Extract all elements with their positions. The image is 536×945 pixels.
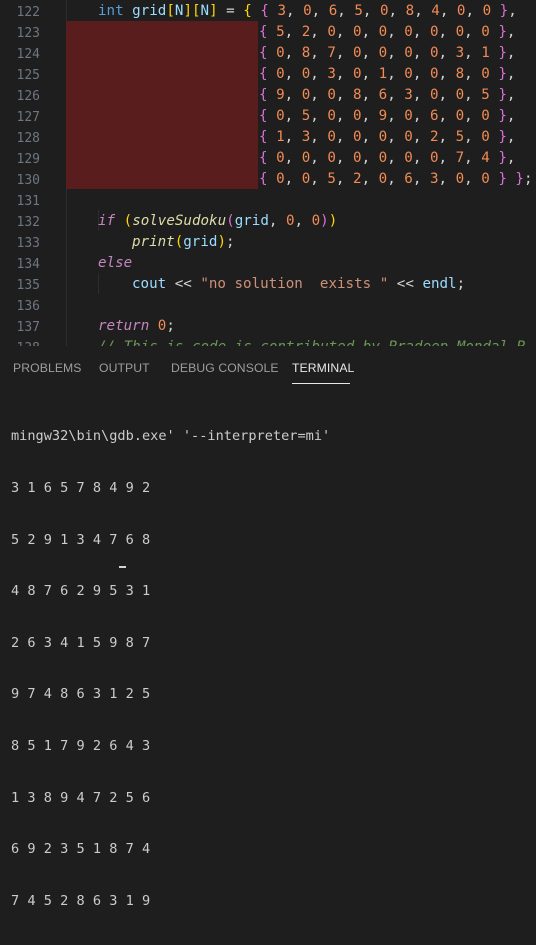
line-number: 133 [16, 236, 40, 251]
line-number: 134 [16, 257, 40, 272]
terminal-line: 1 3 8 9 4 7 2 5 6 [11, 789, 151, 806]
line-number: 136 [16, 299, 40, 314]
code-editor[interactable]: 122 123 124 125 126 127 128 129 130 131 … [0, 0, 536, 346]
code-line[interactable]: int grid[N][N] = { { 3, 0, 6, 5, 0, 8, 4… [98, 1, 517, 22]
terminal-line: 9 7 4 8 6 3 1 2 5 [11, 686, 151, 703]
line-number: 123 [16, 26, 40, 41]
terminal-line: 6 9 2 3 5 1 8 7 4 [11, 841, 151, 858]
code-line[interactable]: { 0, 5, 0, 0, 9, 0, 6, 0, 0 }, [259, 106, 515, 127]
terminal-line: 8 5 1 7 9 2 6 4 3 [11, 738, 151, 755]
line-number: 127 [16, 110, 40, 125]
tab-terminal[interactable]: TERMINAL [292, 361, 354, 375]
terminal-line: 4 8 7 6 2 9 5 3 1 [11, 583, 151, 600]
active-tab-indicator [292, 383, 350, 384]
line-number: 126 [16, 89, 40, 104]
code-line[interactable]: cout << "no solution exists " << endl; [132, 274, 465, 295]
line-number: 124 [16, 47, 40, 62]
line-number: 129 [16, 152, 40, 167]
terminal-line: 5 2 9 1 3 4 7 6 8 [11, 531, 151, 548]
code-line[interactable]: { 0, 0, 3, 0, 1, 0, 0, 8, 0 }, [259, 64, 515, 85]
tab-problems[interactable]: PROBLEMS [13, 361, 82, 375]
line-number: 128 [16, 131, 40, 146]
indent-guide [98, 273, 99, 294]
terminal-line: 2 6 3 4 1 5 9 8 7 [11, 634, 151, 651]
line-number: 138 [0, 338, 40, 346]
code-line[interactable]: { 0, 0, 0, 0, 0, 0, 0, 7, 4 }, [259, 148, 515, 169]
code-line[interactable]: { 0, 8, 7, 0, 0, 0, 0, 3, 1 }, [259, 43, 515, 64]
bottom-panel: PROBLEMS OUTPUT DEBUG CONSOLE TERMINAL m… [0, 346, 536, 909]
panel-tabs: PROBLEMS OUTPUT DEBUG CONSOLE TERMINAL [0, 346, 536, 390]
terminal-line: 7 4 5 2 8 6 3 1 9 [11, 892, 151, 909]
terminal-line: mingw32\bin\gdb.exe' '--interpreter=mi' [11, 428, 331, 445]
code-line[interactable]: print(grid); [132, 232, 235, 253]
code-line[interactable]: { 5, 2, 0, 0, 0, 0, 0, 0, 0 }, [259, 22, 515, 43]
terminal-output[interactable]: mingw32\bin\gdb.exe' '--interpreter=mi' … [11, 394, 330, 945]
code-line[interactable]: { 9, 0, 0, 8, 6, 3, 0, 0, 5 }, [259, 85, 515, 106]
code-line[interactable]: return 0; [98, 316, 175, 337]
code-line[interactable]: else [98, 253, 132, 274]
tab-debug-console[interactable]: DEBUG CONSOLE [171, 361, 279, 375]
line-number: 137 [16, 320, 40, 335]
line-number: 122 [16, 5, 40, 20]
line-number: 131 [16, 194, 40, 209]
line-number: 135 [16, 278, 40, 293]
terminal-cursor [119, 566, 126, 568]
line-number: 125 [16, 68, 40, 83]
code-line[interactable]: { 1, 3, 0, 0, 0, 0, 2, 5, 0 }, [259, 127, 515, 148]
code-line[interactable]: // This is code is contributed by Pradee… [98, 337, 525, 346]
line-number: 132 [16, 215, 40, 230]
code-line[interactable]: { 0, 0, 5, 2, 0, 6, 3, 0, 0 } }; [259, 169, 533, 190]
selection-highlight [66, 21, 258, 189]
tab-output[interactable]: OUTPUT [99, 361, 150, 375]
line-number: 130 [16, 173, 40, 188]
code-line[interactable]: if (solveSudoku(grid, 0, 0)) [98, 211, 337, 232]
terminal-line: 3 1 6 5 7 8 4 9 2 [11, 480, 151, 497]
